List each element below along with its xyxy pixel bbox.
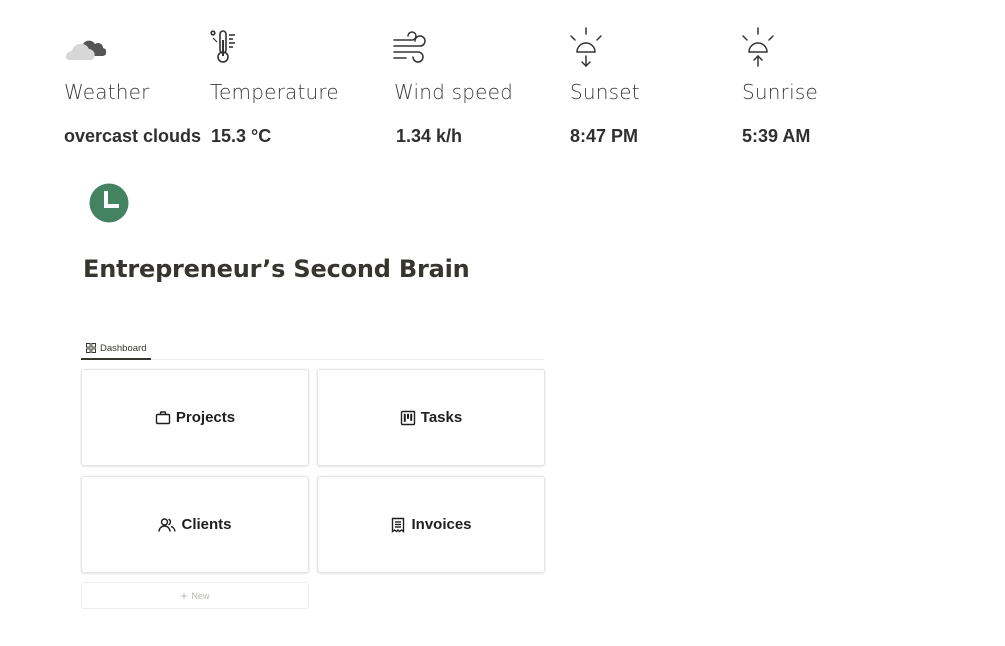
briefcase-icon [155,410,171,426]
card-label: Clients [181,516,232,533]
card-label: Projects [175,409,236,426]
cloud-icon [65,40,106,61]
card-clients[interactable]: Clients [81,476,309,573]
new-card-button[interactable]: + New [81,582,309,609]
gallery-grid-icon [86,343,96,353]
wind-label: Wind speed [394,80,514,104]
weather-label: Weather [64,80,150,104]
weather-value: overcast clouds [64,126,202,146]
temperature-label: Temperature [210,80,339,104]
sunrise-label: Sunrise [742,80,818,104]
card-label: Invoices [411,516,472,533]
tab-label: Dashboard [100,342,147,354]
sunset-value: 8:47 PM [570,126,639,146]
people-icon [158,517,177,533]
weather-widget: Weather overcast clouds Temperature 15.3… [0,0,1005,160]
new-button-label: New [191,590,210,601]
sunset-icon [570,27,602,68]
card-invoices[interactable]: Invoices [317,476,545,573]
card-label: Tasks [420,409,463,426]
sunrise-icon [742,27,774,67]
tab-dashboard[interactable]: Dashboard [81,338,152,360]
thermometer-icon [210,30,235,63]
kanban-icon [400,410,416,426]
card-projects[interactable]: Projects [81,369,309,466]
sunrise-value: 5:39 AM [742,126,811,146]
temperature-value: 15.3 °C [211,126,272,146]
card-tasks[interactable]: Tasks [317,369,545,466]
wind-icon [393,31,426,63]
wind-value: 1.34 k/h [396,126,463,146]
clock-icon[interactable] [89,183,129,223]
plus-icon: + [180,588,188,603]
view-tab-bar: Dashboard [81,338,544,360]
sunset-label: Sunset [570,80,640,104]
receipt-icon [390,517,406,533]
page-title[interactable]: Entrepreneur’s Second Brain [83,255,470,283]
